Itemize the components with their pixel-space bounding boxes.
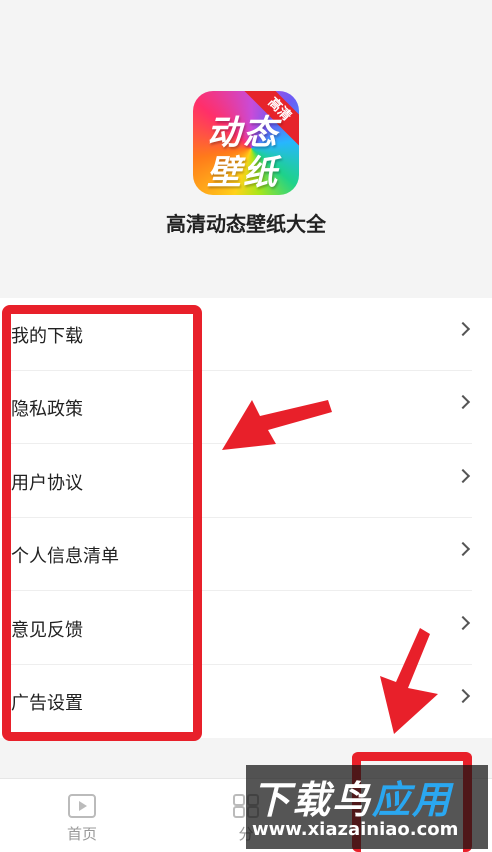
watermark: 下载鸟应用 www.xiazainiao.com (246, 765, 488, 849)
tab-label: 首页 (66, 825, 97, 843)
chevron-right-icon (455, 541, 471, 557)
chevron-right-icon (455, 321, 471, 337)
app-name: 高清动态壁纸大全 (166, 212, 326, 236)
chevron-right-icon (455, 688, 471, 704)
app-logo-icon: 高清 动态 壁纸 (193, 91, 299, 195)
chevron-right-icon (455, 394, 471, 410)
watermark-brand: 下载鸟应用 (252, 769, 452, 824)
icon-text-line2: 壁纸 (207, 153, 279, 193)
watermark-url: www.xiazainiao.com (252, 819, 459, 840)
annotation-highlight-box (2, 305, 202, 741)
profile-header: 高清 动态 壁纸 高清动态壁纸大全 (0, 0, 492, 298)
chevron-right-icon (455, 615, 471, 631)
play-icon (68, 794, 96, 818)
annotation-arrow-left (222, 400, 332, 450)
watermark-brand-a: 下载鸟 (252, 778, 373, 822)
tab-home[interactable]: 首页 (0, 779, 164, 852)
annotation-arrow-down (380, 628, 438, 734)
watermark-brand-b: 应用 (372, 778, 453, 822)
chevron-right-icon (455, 468, 471, 484)
